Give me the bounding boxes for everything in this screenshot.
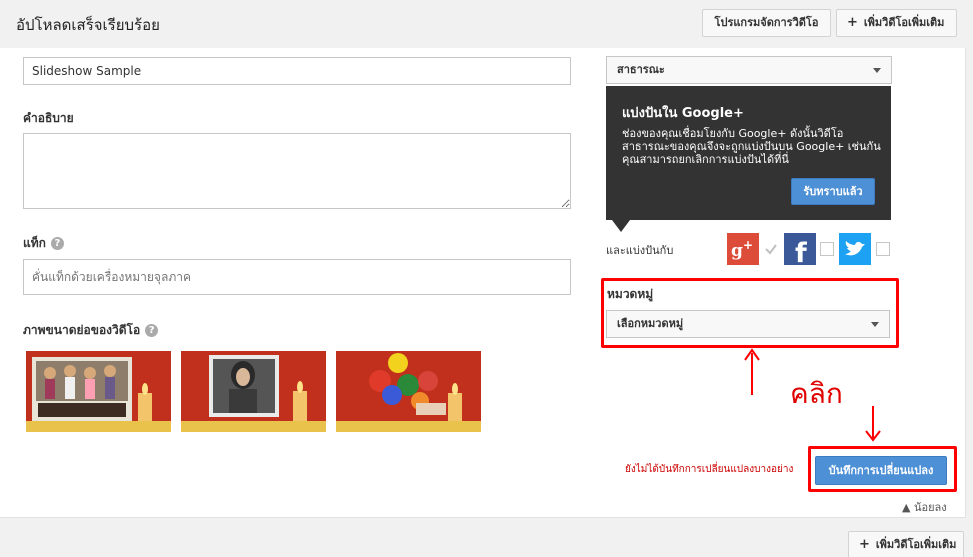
facebook-checkbox[interactable]	[820, 242, 834, 256]
click-annotation-text: คลิก	[790, 377, 843, 410]
svg-text:+: +	[743, 238, 753, 252]
plus-icon: +	[847, 15, 858, 30]
google-plus-checkbox[interactable]	[764, 242, 778, 256]
svg-text:g: g	[731, 241, 743, 261]
add-more-videos-label: เพิ่มวิดีโอเพิ่มเติม	[863, 16, 945, 29]
show-less-link[interactable]: ▲ น้อยลง	[902, 498, 947, 516]
svg-text:f: f	[795, 238, 807, 265]
tooltip-arrow	[612, 220, 630, 232]
thumbnail-2-image	[181, 351, 326, 432]
tags-label: แท็ก	[23, 236, 46, 250]
annotation-highlight-save	[808, 446, 957, 492]
add-more-videos-bottom-label: เพิ่มวิดีโอเพิ่มเติม	[875, 538, 957, 551]
thumbnails-label-row: ภาพขนาดย่อของวิดีโอ?	[23, 321, 159, 340]
tags-input[interactable]	[23, 259, 571, 295]
thumbnail-option-3[interactable]	[336, 351, 481, 432]
tags-label-row: แท็ก?	[23, 234, 64, 253]
help-icon[interactable]: ?	[50, 237, 64, 250]
thumbnail-option-1[interactable]	[26, 351, 171, 432]
google-plus-icon[interactable]: g +	[727, 233, 759, 265]
add-more-videos-bottom-button[interactable]: + เพิ่มวิดีโอเพิ่มเติม	[848, 531, 964, 557]
tooltip-body: ช่องของคุณเชื่อมโยงกับ Google+ ดังนั้นวิ…	[622, 127, 881, 166]
title-input[interactable]	[23, 57, 571, 85]
tooltip-title: แบ่งปันใน Google+	[622, 106, 744, 121]
annotation-highlight-category	[601, 278, 899, 348]
twitter-checkbox[interactable]	[876, 242, 890, 256]
scrollbar[interactable]	[966, 48, 973, 518]
description-textarea[interactable]	[23, 133, 571, 209]
unsaved-changes-message: ยังไม่ได้บันทึกการเปลี่ยนแปลงบางอย่าง	[625, 464, 794, 475]
chevron-down-icon	[873, 68, 881, 73]
privacy-selected-value: สาธารณะ	[617, 63, 665, 76]
video-manager-button[interactable]: โปรแกรมจัดการวิดีโอ	[702, 9, 831, 37]
thumbnails-label: ภาพขนาดย่อของวิดีโอ	[23, 323, 141, 337]
twitter-icon[interactable]	[839, 233, 871, 265]
add-more-videos-button[interactable]: + เพิ่มวิดีโอเพิ่มเติม	[836, 9, 957, 37]
facebook-icon[interactable]: f	[784, 233, 816, 269]
arrow-down-icon	[865, 406, 881, 442]
privacy-select[interactable]: สาธารณะ	[606, 56, 892, 84]
thumbnail-3-image	[336, 351, 481, 432]
top-bar: อัปโหลดเสร็จเรียบร้อย โปรแกรมจัดการวิดีโ…	[0, 0, 973, 48]
got-it-button[interactable]: รับทราบแล้ว	[791, 178, 875, 205]
arrow-up-icon	[744, 348, 760, 395]
share-with-label: และแบ่งปันกับ	[606, 244, 674, 257]
page-title: อัปโหลดเสร็จเรียบร้อย	[16, 16, 160, 34]
help-icon[interactable]: ?	[145, 324, 159, 337]
thumbnail-1-image	[26, 351, 171, 432]
description-label: คำอธิบาย	[23, 111, 74, 125]
plus-icon: +	[859, 537, 870, 552]
thumbnail-option-2[interactable]	[181, 351, 326, 432]
google-plus-tooltip: แบ่งปันใน Google+ ช่องของคุณเชื่อมโยงกับ…	[606, 86, 891, 220]
